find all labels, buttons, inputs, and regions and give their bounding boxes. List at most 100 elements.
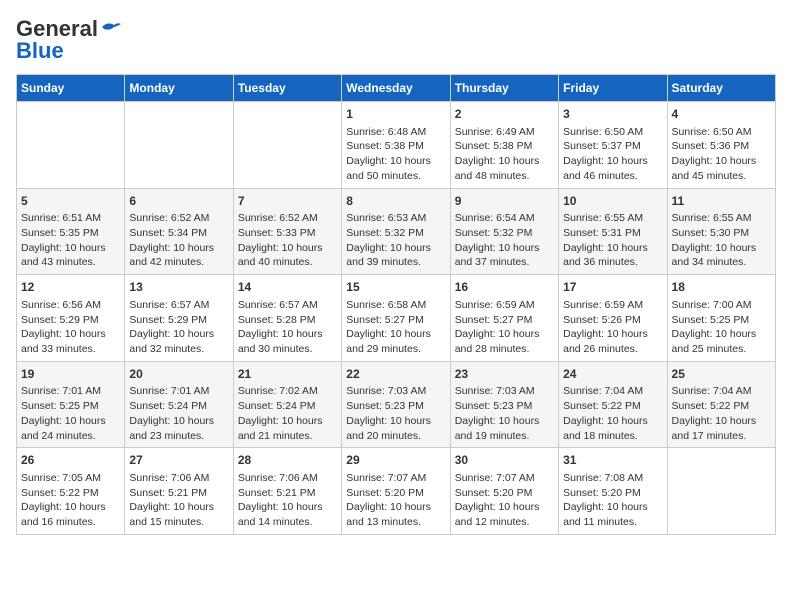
day-info: Sunrise: 7:01 AM Sunset: 5:25 PM Dayligh…	[21, 384, 120, 443]
day-number: 28	[238, 452, 337, 469]
day-number: 3	[563, 106, 662, 123]
calendar-cell: 9Sunrise: 6:54 AM Sunset: 5:32 PM Daylig…	[450, 188, 558, 275]
calendar-cell: 14 Sunrise: 6:57 AM Sunset: 5:28 PM Dayli…	[233, 275, 341, 362]
day-info: Sunrise: 6:50 AM Sunset: 5:37 PM Dayligh…	[563, 125, 662, 184]
day-info: Sunrise: 6:51 AM Sunset: 5:35 PM Dayligh…	[21, 211, 120, 270]
calendar-cell: 20Sunrise: 7:01 AM Sunset: 5:24 PM Dayli…	[125, 361, 233, 448]
calendar-cell: 18 Sunrise: 7:00 AM Sunset: 5:25 PM Dayli…	[667, 275, 775, 362]
calendar-cell: 4 Sunrise: 6:50 AM Sunset: 5:36 PM Daylig…	[667, 102, 775, 189]
day-number: 31	[563, 452, 662, 469]
day-info: Sunrise: 6:55 AM Sunset: 5:31 PM Dayligh…	[563, 211, 662, 270]
day-info: Sunrise: 7:00 AM Sunset: 5:25 PM Dayligh…	[672, 298, 771, 357]
day-number: 21	[238, 366, 337, 383]
calendar-cell: 17Sunrise: 6:59 AM Sunset: 5:26 PM Dayli…	[559, 275, 667, 362]
day-info: Sunrise: 6:52 AM Sunset: 5:34 PM Dayligh…	[129, 211, 228, 270]
day-number: 18	[672, 279, 771, 296]
calendar-cell: 6Sunrise: 6:52 AM Sunset: 5:34 PM Daylig…	[125, 188, 233, 275]
day-info: Sunrise: 7:01 AM Sunset: 5:24 PM Dayligh…	[129, 384, 228, 443]
day-number: 16	[455, 279, 554, 296]
day-number: 26	[21, 452, 120, 469]
calendar-cell: 24Sunrise: 7:04 AM Sunset: 5:22 PM Dayli…	[559, 361, 667, 448]
header-wednesday: Wednesday	[342, 75, 450, 102]
header-thursday: Thursday	[450, 75, 558, 102]
calendar-cell: 3 Sunrise: 6:50 AM Sunset: 5:37 PM Daylig…	[559, 102, 667, 189]
calendar-cell	[17, 102, 125, 189]
day-number: 25	[672, 366, 771, 383]
day-info: Sunrise: 6:53 AM Sunset: 5:32 PM Dayligh…	[346, 211, 445, 270]
day-number: 29	[346, 452, 445, 469]
calendar-cell: 13 Sunrise: 6:57 AM Sunset: 5:29 PM Dayli…	[125, 275, 233, 362]
calendar-week-5: 26 Sunrise: 7:05 AM Sunset: 5:22 PM Dayli…	[17, 448, 776, 535]
day-number: 20	[129, 366, 228, 383]
day-number: 30	[455, 452, 554, 469]
day-info: Sunrise: 7:07 AM Sunset: 5:20 PM Dayligh…	[455, 471, 554, 530]
calendar-table: SundayMondayTuesdayWednesdayThursdayFrid…	[16, 74, 776, 535]
calendar-cell: 12 Sunrise: 6:56 AM Sunset: 5:29 PM Dayli…	[17, 275, 125, 362]
day-info: Sunrise: 6:56 AM Sunset: 5:29 PM Dayligh…	[21, 298, 120, 357]
page-header: General Blue	[16, 16, 776, 64]
calendar-week-1: 1 Sunrise: 6:48 AM Sunset: 5:38 PM Daylig…	[17, 102, 776, 189]
day-number: 15	[346, 279, 445, 296]
calendar-cell	[233, 102, 341, 189]
calendar-cell: 26 Sunrise: 7:05 AM Sunset: 5:22 PM Dayli…	[17, 448, 125, 535]
calendar-week-4: 19Sunrise: 7:01 AM Sunset: 5:25 PM Dayli…	[17, 361, 776, 448]
day-number: 1	[346, 106, 445, 123]
calendar-cell: 2Sunrise: 6:49 AM Sunset: 5:38 PM Daylig…	[450, 102, 558, 189]
day-info: Sunrise: 7:06 AM Sunset: 5:21 PM Dayligh…	[129, 471, 228, 530]
day-info: Sunrise: 7:03 AM Sunset: 5:23 PM Dayligh…	[346, 384, 445, 443]
day-number: 6	[129, 193, 228, 210]
day-info: Sunrise: 7:06 AM Sunset: 5:21 PM Dayligh…	[238, 471, 337, 530]
day-info: Sunrise: 6:52 AM Sunset: 5:33 PM Dayligh…	[238, 211, 337, 270]
calendar-cell: 23Sunrise: 7:03 AM Sunset: 5:23 PM Dayli…	[450, 361, 558, 448]
day-info: Sunrise: 7:08 AM Sunset: 5:20 PM Dayligh…	[563, 471, 662, 530]
calendar-header-row: SundayMondayTuesdayWednesdayThursdayFrid…	[17, 75, 776, 102]
day-number: 10	[563, 193, 662, 210]
calendar-cell: 28 Sunrise: 7:06 AM Sunset: 5:21 PM Dayli…	[233, 448, 341, 535]
day-info: Sunrise: 6:58 AM Sunset: 5:27 PM Dayligh…	[346, 298, 445, 357]
day-number: 8	[346, 193, 445, 210]
header-monday: Monday	[125, 75, 233, 102]
logo-blue: Blue	[16, 38, 64, 64]
day-number: 12	[21, 279, 120, 296]
day-info: Sunrise: 7:05 AM Sunset: 5:22 PM Dayligh…	[21, 471, 120, 530]
day-info: Sunrise: 6:50 AM Sunset: 5:36 PM Dayligh…	[672, 125, 771, 184]
calendar-cell: 22Sunrise: 7:03 AM Sunset: 5:23 PM Dayli…	[342, 361, 450, 448]
header-saturday: Saturday	[667, 75, 775, 102]
calendar-cell: 25Sunrise: 7:04 AM Sunset: 5:22 PM Dayli…	[667, 361, 775, 448]
day-info: Sunrise: 6:48 AM Sunset: 5:38 PM Dayligh…	[346, 125, 445, 184]
day-number: 4	[672, 106, 771, 123]
calendar-cell: 1 Sunrise: 6:48 AM Sunset: 5:38 PM Daylig…	[342, 102, 450, 189]
day-info: Sunrise: 6:54 AM Sunset: 5:32 PM Dayligh…	[455, 211, 554, 270]
calendar-week-2: 5Sunrise: 6:51 AM Sunset: 5:35 PM Daylig…	[17, 188, 776, 275]
calendar-cell: 5Sunrise: 6:51 AM Sunset: 5:35 PM Daylig…	[17, 188, 125, 275]
day-number: 11	[672, 193, 771, 210]
day-info: Sunrise: 6:49 AM Sunset: 5:38 PM Dayligh…	[455, 125, 554, 184]
calendar-cell: 30 Sunrise: 7:07 AM Sunset: 5:20 PM Dayli…	[450, 448, 558, 535]
day-number: 24	[563, 366, 662, 383]
header-sunday: Sunday	[17, 75, 125, 102]
logo-bird-icon	[100, 19, 122, 35]
day-info: Sunrise: 7:07 AM Sunset: 5:20 PM Dayligh…	[346, 471, 445, 530]
day-info: Sunrise: 7:04 AM Sunset: 5:22 PM Dayligh…	[563, 384, 662, 443]
calendar-cell	[125, 102, 233, 189]
day-number: 17	[563, 279, 662, 296]
calendar-cell: 16 Sunrise: 6:59 AM Sunset: 5:27 PM Dayli…	[450, 275, 558, 362]
day-info: Sunrise: 6:59 AM Sunset: 5:27 PM Dayligh…	[455, 298, 554, 357]
day-info: Sunrise: 6:55 AM Sunset: 5:30 PM Dayligh…	[672, 211, 771, 270]
calendar-cell: 8Sunrise: 6:53 AM Sunset: 5:32 PM Daylig…	[342, 188, 450, 275]
calendar-cell	[667, 448, 775, 535]
day-info: Sunrise: 6:57 AM Sunset: 5:29 PM Dayligh…	[129, 298, 228, 357]
day-info: Sunrise: 6:57 AM Sunset: 5:28 PM Dayligh…	[238, 298, 337, 357]
day-number: 23	[455, 366, 554, 383]
calendar-cell: 7Sunrise: 6:52 AM Sunset: 5:33 PM Daylig…	[233, 188, 341, 275]
calendar-cell: 29 Sunrise: 7:07 AM Sunset: 5:20 PM Dayli…	[342, 448, 450, 535]
day-info: Sunrise: 7:04 AM Sunset: 5:22 PM Dayligh…	[672, 384, 771, 443]
day-number: 13	[129, 279, 228, 296]
calendar-cell: 31 Sunrise: 7:08 AM Sunset: 5:20 PM Dayli…	[559, 448, 667, 535]
logo: General Blue	[16, 16, 122, 64]
day-number: 22	[346, 366, 445, 383]
calendar-cell: 27 Sunrise: 7:06 AM Sunset: 5:21 PM Dayli…	[125, 448, 233, 535]
day-number: 14	[238, 279, 337, 296]
calendar-cell: 21Sunrise: 7:02 AM Sunset: 5:24 PM Dayli…	[233, 361, 341, 448]
day-number: 27	[129, 452, 228, 469]
